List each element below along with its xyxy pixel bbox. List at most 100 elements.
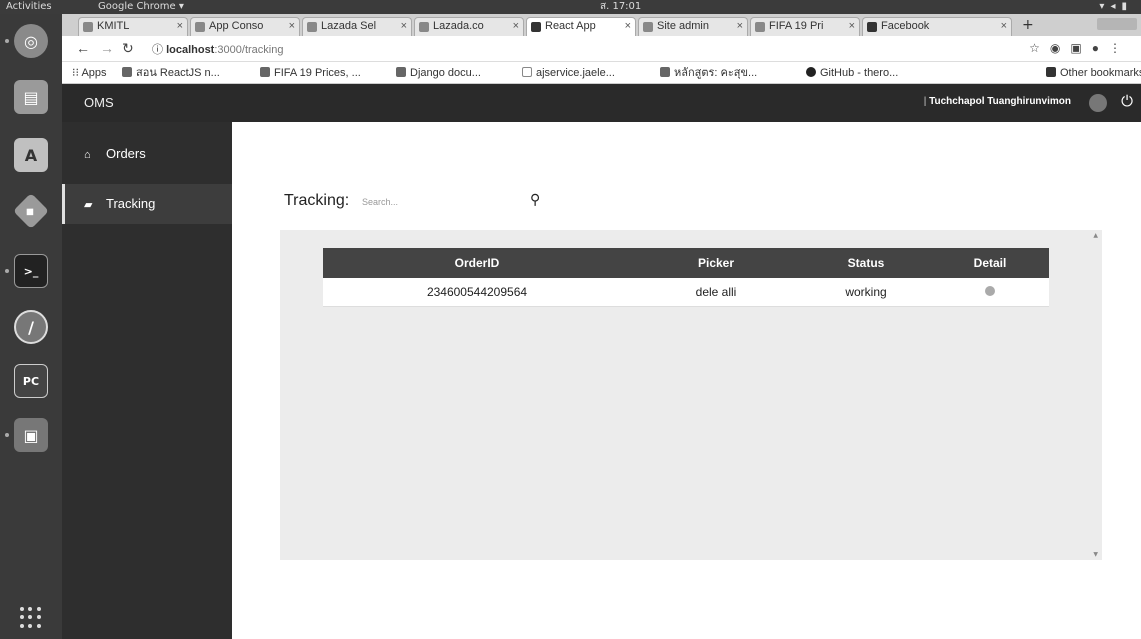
kmitl-favicon-icon — [83, 22, 93, 32]
close-tab-icon[interactable]: × — [513, 18, 519, 35]
save-icon[interactable]: ▣ — [14, 418, 48, 452]
column-header-detail[interactable]: Detail — [931, 248, 1049, 278]
bookmark-fifa[interactable]: FIFA 19 Prices, ... — [260, 62, 361, 84]
picker-cell: dele alli — [631, 278, 801, 307]
fifa-favicon-icon — [755, 22, 765, 32]
bookmark-reactjs[interactable]: สอน ReactJS n... — [122, 62, 220, 84]
search-icon[interactable]: ⚲ — [530, 192, 540, 208]
bookmarks-bar: ⁝⁝ Apps สอน ReactJS n... FIFA 19 Prices,… — [62, 62, 1141, 84]
extension-icon[interactable]: ◉ — [1050, 41, 1070, 55]
search-input[interactable] — [362, 192, 517, 212]
forward-arrow-icon[interactable]: → — [100, 40, 114, 56]
window-controls[interactable] — [1097, 18, 1137, 30]
running-indicator — [5, 269, 9, 273]
show-applications-icon[interactable] — [20, 607, 42, 629]
clock[interactable]: ส. 17:01 — [600, 0, 641, 14]
bookmark-github[interactable]: GitHub - thero... — [806, 62, 898, 84]
avatar[interactable] — [1089, 94, 1107, 112]
battery-icon: ▮ — [1121, 1, 1133, 12]
sidebar-item-tracking[interactable]: ▰ Tracking — [62, 184, 232, 224]
software-center-icon[interactable]: A — [14, 138, 48, 172]
extension-icon[interactable]: ▣ — [1070, 41, 1091, 55]
tab-app-console[interactable]: App Conso × — [190, 17, 300, 36]
brand-logo[interactable]: OMS — [84, 95, 114, 110]
postman-icon[interactable]: / — [14, 310, 48, 344]
dock: ◎ ▤ A ◆ >_ / PC ▣ — [0, 14, 62, 639]
bookmark-ajservice[interactable]: ajservice.jaele... — [522, 62, 615, 84]
reload-icon[interactable]: ↻ — [122, 40, 134, 57]
close-tab-icon[interactable]: × — [849, 18, 855, 35]
tracking-label: Tracking: — [284, 192, 350, 209]
pycharm-icon[interactable]: PC — [14, 364, 48, 398]
order-id-cell: 234600544209564 — [323, 278, 631, 307]
bookmark-course[interactable]: หลักสูตร: คะสุข... — [660, 62, 757, 84]
bookmark-apps[interactable]: ⁝⁝ Apps — [72, 62, 107, 84]
sidebar: ⌂ Orders ▰ Tracking — [62, 122, 232, 639]
close-tab-icon[interactable]: × — [289, 18, 295, 35]
app-menu[interactable]: Google Chrome ▾ — [98, 0, 184, 14]
folder-icon — [1046, 67, 1056, 77]
git-icon[interactable]: ◆ — [12, 192, 50, 230]
bookmark-other[interactable]: Other bookmarks — [1046, 62, 1141, 84]
tab-strip: KMITL × App Conso × Lazada Sel × Lazada.co ×… — [62, 14, 1141, 36]
files-icon[interactable]: ▤ — [14, 80, 48, 114]
scroll-down-arrow-icon[interactable]: ▼ — [1093, 551, 1098, 558]
url-field[interactable]: ⓘ localhost:3000/tracking — [152, 41, 283, 57]
profile-icon[interactable]: ● — [1092, 41, 1109, 55]
running-indicator — [5, 39, 9, 43]
tab-site-admin[interactable]: Site admin × — [638, 17, 748, 36]
close-tab-icon[interactable]: × — [401, 18, 407, 35]
tab-facebook[interactable]: Facebook × — [862, 17, 1012, 36]
youtube-icon — [122, 67, 132, 77]
system-tray[interactable]: ▾◂▮ — [1099, 0, 1133, 14]
oms-app: OMS Tuchchapol Tuanghirunvimon ⏻ ⌂ Orders… — [62, 84, 1141, 639]
close-tab-icon[interactable]: × — [177, 18, 183, 35]
column-header-orderid[interactable]: OrderID — [323, 248, 631, 278]
sidebar-item-label: Orders — [106, 146, 146, 161]
browser-window: KMITL × App Conso × Lazada Sel × Lazada.co ×… — [62, 14, 1141, 639]
bookmark-django[interactable]: Django docu... — [396, 62, 481, 84]
terminal-icon[interactable]: >_ — [14, 254, 48, 288]
close-tab-icon[interactable]: × — [1001, 18, 1007, 35]
react-favicon-icon — [531, 22, 541, 32]
bookmark-star-icon[interactable]: ☆ — [1029, 41, 1050, 55]
chrome-icon[interactable]: ◎ — [14, 24, 48, 58]
more-menu-icon[interactable]: ⋮ — [1109, 41, 1131, 55]
running-indicator — [5, 433, 9, 437]
page-favicon-icon — [643, 22, 653, 32]
info-icon[interactable] — [985, 285, 995, 296]
page-icon — [522, 67, 532, 77]
detail-cell[interactable] — [931, 278, 1049, 307]
home-icon: ⌂ — [84, 149, 91, 161]
power-icon[interactable]: ⏻ — [1121, 92, 1133, 110]
app-console-favicon-icon — [195, 22, 205, 32]
scroll-up-arrow-icon[interactable]: ▲ — [1093, 232, 1098, 239]
close-tab-icon[interactable]: × — [625, 18, 631, 35]
tracking-table: OrderID Picker Status Detail 23460054420… — [323, 248, 1049, 307]
sidebar-item-orders[interactable]: ⌂ Orders — [62, 134, 232, 174]
info-icon: ⓘ — [152, 44, 167, 56]
back-arrow-icon[interactable]: ← — [76, 40, 90, 56]
tab-lazada-seller[interactable]: Lazada Sel × — [302, 17, 412, 36]
volume-icon: ◂ — [1110, 1, 1122, 12]
user-name[interactable]: Tuchchapol Tuanghirunvimon — [924, 96, 1071, 107]
column-header-picker[interactable]: Picker — [631, 248, 801, 278]
new-tab-button[interactable]: + — [1022, 17, 1034, 33]
tab-react-app[interactable]: React App × — [526, 17, 636, 36]
table-header-row: OrderID Picker Status Detail — [323, 248, 1049, 278]
truck-icon: ▰ — [84, 199, 93, 211]
tab-kmitl[interactable]: KMITL × — [78, 17, 188, 36]
address-bar: ← → ↻ ⓘ localhost:3000/tracking ☆◉▣●⋮ — [62, 36, 1141, 62]
tab-fifa-prices[interactable]: FIFA 19 Pri × — [750, 17, 860, 36]
tracking-panel: ▲ OrderID Picker Status Detail 234600544… — [280, 230, 1102, 560]
fifa-icon — [260, 67, 270, 77]
table-row[interactable]: 234600544209564 dele alli working — [323, 278, 1049, 307]
browser-toolbar-icons[interactable]: ☆◉▣●⋮ — [1029, 41, 1131, 55]
app-header: OMS Tuchchapol Tuanghirunvimon ⏻ — [62, 84, 1141, 122]
column-header-status[interactable]: Status — [801, 248, 931, 278]
link-icon — [660, 67, 670, 77]
close-tab-icon[interactable]: × — [737, 18, 743, 35]
tab-lazada[interactable]: Lazada.co × — [414, 17, 524, 36]
activities-button[interactable]: Activities — [6, 0, 52, 14]
github-icon — [806, 67, 816, 77]
